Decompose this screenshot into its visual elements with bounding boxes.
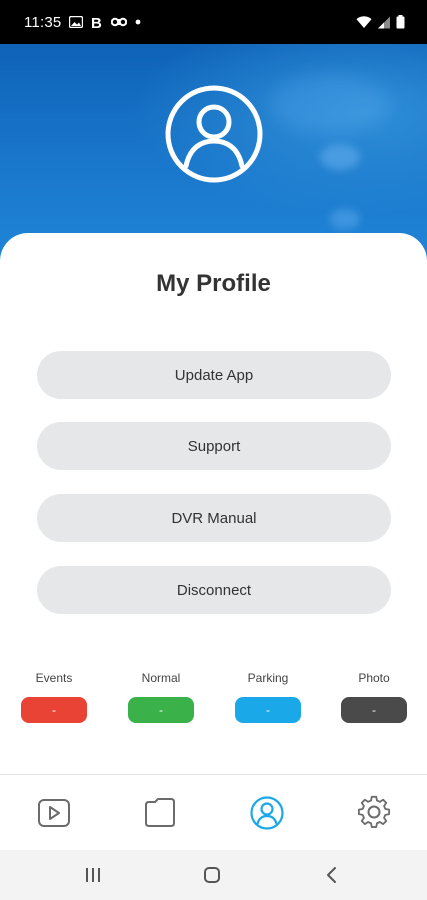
parking-label: Parking — [247, 671, 289, 685]
back-icon — [327, 867, 336, 883]
tab-settings[interactable] — [354, 793, 394, 833]
folder-icon — [145, 798, 175, 827]
tab-live-view[interactable] — [34, 793, 74, 833]
normal-count-badge: - — [128, 697, 194, 723]
bottom-tab-bar — [0, 774, 427, 850]
page-title: My Profile — [156, 270, 271, 297]
update-app-button[interactable]: Update App — [37, 351, 391, 399]
gear-icon — [357, 795, 391, 828]
system-navigation-bar — [0, 850, 427, 900]
dvr-manual-button[interactable]: DVR Manual — [37, 494, 391, 542]
profile-icon — [250, 796, 284, 830]
status-left: 11:35 B — [24, 14, 141, 31]
bokeh-light — [330, 209, 360, 229]
back-button[interactable] — [320, 863, 344, 887]
parking-count-badge: - — [235, 697, 301, 723]
gallery-icon — [69, 16, 84, 28]
normal-label: Normal — [141, 671, 181, 685]
tab-profile[interactable] — [247, 793, 287, 833]
home-icon — [204, 867, 220, 883]
abc-icon — [111, 16, 128, 28]
user-avatar-icon — [164, 84, 264, 184]
tab-files[interactable] — [140, 793, 180, 833]
status-right — [356, 15, 405, 29]
recents-button[interactable] — [81, 863, 105, 887]
photo-label: Photo — [358, 671, 390, 685]
wifi-icon — [356, 15, 372, 29]
dot-icon — [135, 19, 141, 25]
disconnect-button[interactable]: Disconnect — [37, 566, 391, 614]
support-button[interactable]: Support — [37, 422, 391, 470]
events-label: Events — [35, 671, 73, 685]
video-play-icon — [38, 799, 70, 827]
home-button[interactable] — [200, 863, 224, 887]
bokeh-light — [320, 144, 360, 170]
recents-icon — [86, 868, 100, 882]
status-bar: 11:35 B — [0, 0, 427, 44]
events-count-badge: - — [21, 697, 87, 723]
svg-text:B: B — [91, 15, 102, 29]
bokeh-light — [270, 74, 390, 134]
signal-icon — [378, 16, 390, 29]
photo-count-badge: - — [341, 697, 407, 723]
status-time: 11:35 — [24, 13, 62, 31]
battery-icon — [396, 15, 405, 29]
b-app-icon: B — [91, 15, 103, 29]
